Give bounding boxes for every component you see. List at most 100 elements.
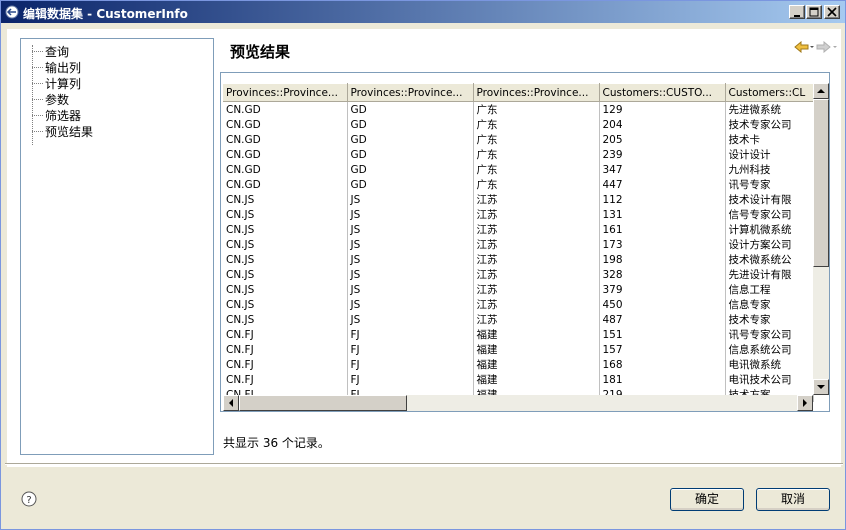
arrow-down-icon	[817, 385, 825, 389]
table-row[interactable]: CN.FJ FJ 福建 157 信息系统公司	[223, 342, 814, 357]
table-cell: 电讯技术公司	[725, 372, 814, 387]
table-cell: 157	[599, 342, 726, 357]
arrow-up-icon	[817, 89, 825, 93]
table-row[interactable]: CN.GD GD 广东 204 技术专家公司	[223, 117, 814, 132]
tree-item-parameters[interactable]: 参数	[21, 91, 211, 107]
table-cell: 112	[599, 192, 726, 207]
table-cell: JS	[347, 267, 474, 282]
ok-button[interactable]: 确定	[670, 488, 744, 511]
scroll-right-button[interactable]	[797, 395, 813, 411]
close-button[interactable]	[824, 5, 840, 19]
table-cell: 福建	[473, 342, 600, 357]
table-row[interactable]: CN.GD GD 广东 205 技术卡	[223, 132, 814, 147]
table-cell: CN.GD	[223, 177, 348, 192]
table-cell: CN.FJ	[223, 372, 348, 387]
table-cell: CN.JS	[223, 297, 348, 312]
table-cell: 328	[599, 267, 726, 282]
scroll-down-button[interactable]	[813, 379, 829, 395]
tree-item-query[interactable]: 查询	[21, 43, 211, 59]
table-row[interactable]: CN.JS JS 江苏 450 信息专家	[223, 297, 814, 312]
table-cell: 161	[599, 222, 726, 237]
table-row[interactable]: CN.JS JS 江苏 379 信息工程	[223, 282, 814, 297]
table-cell: CN.GD	[223, 101, 348, 117]
table-cell: 江苏	[473, 297, 600, 312]
table-cell: 江苏	[473, 222, 600, 237]
tree-item-preview-results[interactable]: 预览结果	[21, 123, 211, 140]
table-cell: 江苏	[473, 237, 600, 252]
table-row[interactable]: CN.JS JS 江苏 131 信号专家公司	[223, 207, 814, 222]
column-header[interactable]: Provinces::Province...	[223, 83, 348, 102]
table-cell: 347	[599, 162, 726, 177]
maximize-button[interactable]	[806, 5, 822, 19]
scroll-thumb[interactable]	[813, 99, 829, 267]
table-cell: CN.GD	[223, 117, 348, 132]
table-cell: 广东	[473, 162, 600, 177]
tree-item-label: 输出列	[45, 61, 82, 75]
table-cell: CN.JS	[223, 237, 348, 252]
table-row[interactable]: CN.JS JS 江苏 328 先进设计有限	[223, 267, 814, 282]
table-cell: 151	[599, 327, 726, 342]
table-cell: CN.JS	[223, 192, 348, 207]
column-header[interactable]: Customers::CUSTO...	[599, 83, 726, 102]
table-row[interactable]: CN.GD GD 广东 347 九州科技	[223, 162, 814, 177]
table-cell: FJ	[347, 342, 474, 357]
page-tree: 查询 输出列 计算列 参数 筛选器 预览结果	[20, 38, 214, 455]
tree-item-filters[interactable]: 筛选器	[21, 107, 211, 123]
back-arrow-icon[interactable]	[794, 41, 814, 53]
table-cell: 电讯微系统	[725, 357, 814, 372]
table-row[interactable]: CN.JS JS 江苏 487 技术专家	[223, 312, 814, 327]
table-cell: 技术卡	[725, 132, 814, 147]
tree-item-computed-columns[interactable]: 计算列	[21, 75, 211, 91]
minimize-button[interactable]	[789, 5, 805, 19]
table-cell: 广东	[473, 132, 600, 147]
table-cell: GD	[347, 147, 474, 162]
cancel-button[interactable]: 取消	[756, 488, 830, 511]
table-cell: 198	[599, 252, 726, 267]
table-cell: GD	[347, 162, 474, 177]
close-icon	[827, 7, 837, 17]
table-cell: JS	[347, 282, 474, 297]
table-cell: 九州科技	[725, 162, 814, 177]
table-cell: 计算机微系统	[725, 222, 814, 237]
table-cell: CN.GD	[223, 147, 348, 162]
table-cell: 先进微系统	[725, 101, 814, 117]
table-cell: 广东	[473, 147, 600, 162]
arrow-left-icon	[229, 399, 233, 407]
title-bar[interactable]: 编辑数据集 - CustomerInfo	[1, 1, 845, 23]
help-icon[interactable]: ?	[21, 491, 37, 507]
table-cell: CN.JS	[223, 312, 348, 327]
table-row[interactable]: CN.FJ FJ 福建 181 电讯技术公司	[223, 372, 814, 387]
table-row[interactable]: CN.JS JS 江苏 198 技术微系统公	[223, 252, 814, 267]
table-row[interactable]: CN.FJ FJ 福建 168 电讯微系统	[223, 357, 814, 372]
tree-item-output-columns[interactable]: 输出列	[21, 59, 211, 75]
horizontal-scrollbar[interactable]	[223, 395, 813, 411]
table-row[interactable]: CN.JS JS 江苏 173 设计方案公司	[223, 237, 814, 252]
app-icon	[5, 5, 19, 19]
page-title: 预览结果	[230, 43, 291, 61]
table-row[interactable]: CN.GD GD 广东 447 讯号专家	[223, 177, 814, 192]
svg-text:?: ?	[26, 495, 31, 506]
column-header[interactable]: Provinces::Province...	[473, 83, 600, 102]
table-cell: CN.JS	[223, 252, 348, 267]
scroll-left-button[interactable]	[223, 395, 239, 411]
table-cell: 129	[599, 101, 726, 117]
table-cell: 204	[599, 117, 726, 132]
table-cell: 江苏	[473, 252, 600, 267]
scroll-thumb[interactable]	[239, 395, 407, 411]
table-cell: 福建	[473, 327, 600, 342]
table-cell: 181	[599, 372, 726, 387]
arrow-right-icon	[803, 399, 807, 407]
table-row[interactable]: CN.JS JS 江苏 112 技术设计有限	[223, 192, 814, 207]
vertical-scrollbar[interactable]	[813, 83, 829, 395]
table-row[interactable]: CN.GD GD 广东 239 设计设计	[223, 147, 814, 162]
forward-arrow-icon[interactable]	[816, 41, 838, 53]
scroll-up-button[interactable]	[813, 83, 829, 99]
table-cell: 先进设计有限	[725, 267, 814, 282]
table-cell: 技术设计有限	[725, 192, 814, 207]
table-row[interactable]: CN.GD GD 广东 129 先进微系统	[223, 101, 814, 117]
table-row[interactable]: CN.FJ FJ 福建 151 讯号专家公司	[223, 327, 814, 342]
table-cell: 设计方案公司	[725, 237, 814, 252]
column-header[interactable]: Customers::CL	[725, 83, 814, 102]
table-row[interactable]: CN.JS JS 江苏 161 计算机微系统	[223, 222, 814, 237]
column-header[interactable]: Provinces::Province...	[347, 83, 474, 102]
